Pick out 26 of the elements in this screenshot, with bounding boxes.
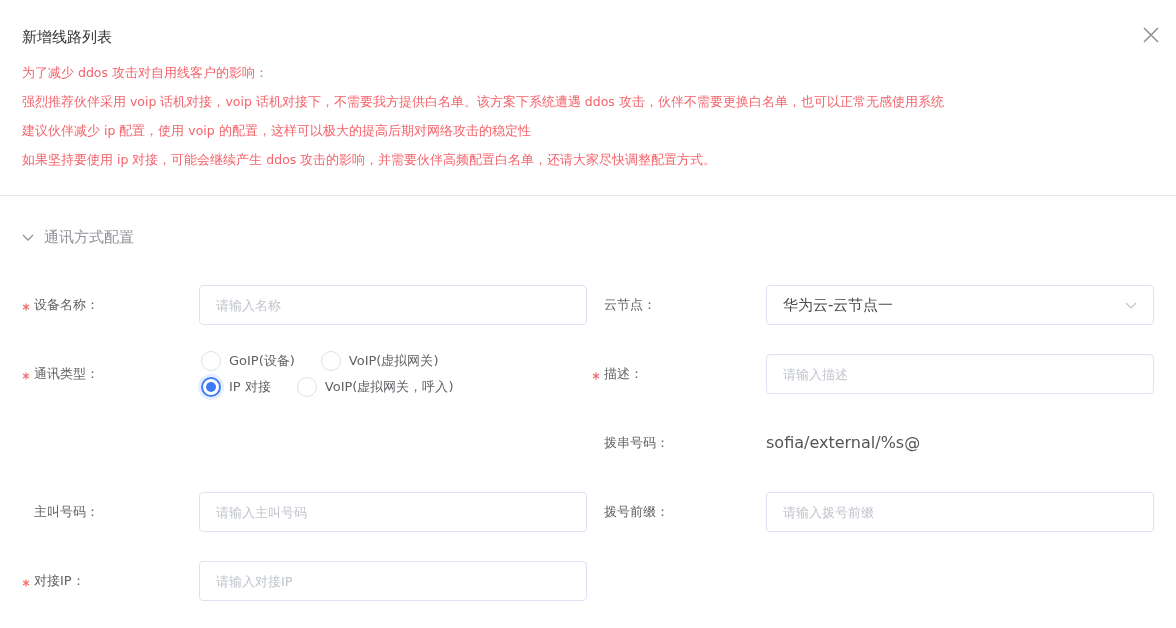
field-label: 云节点：	[604, 296, 656, 315]
warning-text: 如果坚持要使用 ip 对接，可能会继续产生 ddos 攻击的影响，并需要伙伴高频配置白名单，还请大家尽快调整配置方式。	[22, 150, 718, 169]
dial-string-value: sofia/external/%s@	[766, 432, 921, 454]
field-label: 通讯类型：	[34, 365, 99, 384]
field-label: 主叫号码：	[34, 503, 99, 522]
radio-button[interactable]	[201, 377, 221, 397]
field-label: 拨号前缀：	[604, 503, 669, 522]
warning-text: 强烈推荐伙伴采用 voip 话机对接，voip 话机对接下，不需要我方提供白名单。该方案下系统遭遇 ddos 攻击，伙伴不需要更换白名单，也可以正常无感使用系统	[22, 92, 945, 111]
field-label: 拨串号码：	[604, 434, 669, 453]
radio-label[interactable]: GoIP(设备)	[229, 351, 295, 371]
input-field[interactable]: 请输入主叫号码	[199, 492, 587, 532]
radio-label[interactable]: IP 对接	[229, 377, 271, 397]
field-label: 对接IP：	[34, 572, 85, 591]
dialog-title: 新增线路列表	[22, 27, 112, 48]
input-field[interactable]: 请输入对接IP	[199, 561, 587, 601]
radio-label[interactable]: VoIP(虚拟网关)	[348, 351, 439, 371]
input-field[interactable]: 请输入拨号前缀	[766, 492, 1154, 532]
warning-text: 建议伙伴减少 ip 配置，使用 voip 的配置，这样可以极大的提高后期对网络攻击的稳定性	[22, 121, 532, 140]
dropdown-select[interactable]: 华为云-云节点一	[766, 285, 1154, 325]
warning-text: 为了减少 ddos 攻击对自用线客户的影响：	[22, 63, 269, 82]
input-field[interactable]: 请输入描述	[766, 354, 1154, 394]
input-field[interactable]: 请输入名称	[199, 285, 587, 325]
field-label: 设备名称：	[34, 296, 99, 315]
radio-label[interactable]: VoIP(虚拟网关，呼入)	[324, 377, 454, 397]
close-icon[interactable]	[1142, 26, 1160, 44]
field-label: 描述：	[604, 365, 643, 384]
